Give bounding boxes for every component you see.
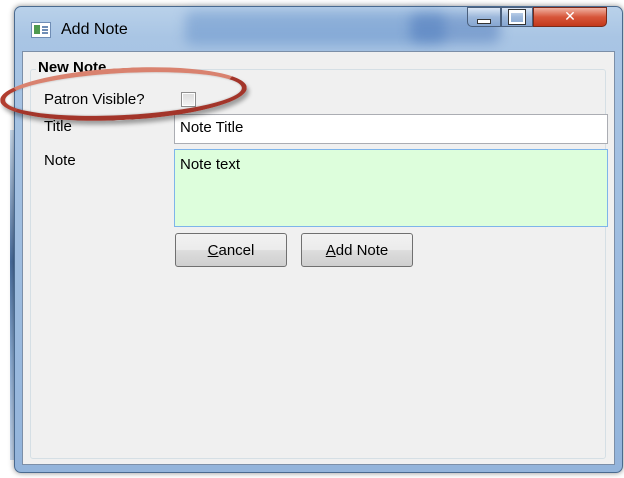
title-bar-glass-blur xyxy=(185,11,445,45)
note-label: Note xyxy=(44,152,76,169)
minimize-icon xyxy=(477,18,491,24)
add-note-accelerator: A xyxy=(325,241,336,259)
note-textarea[interactable]: Note text xyxy=(174,149,608,227)
add-note-label: dd Note xyxy=(335,241,389,259)
add-note-button[interactable]: Add Note xyxy=(301,233,413,267)
maximize-button[interactable] xyxy=(501,7,533,27)
window-title: Add Note xyxy=(61,21,128,38)
minimize-button[interactable] xyxy=(467,7,501,27)
app-icon xyxy=(31,22,51,38)
title-label: Title xyxy=(44,118,72,135)
title-input[interactable]: Note Title xyxy=(174,114,608,144)
close-button[interactable]: ✕ xyxy=(533,7,607,27)
cancel-button[interactable]: Cancel xyxy=(175,233,287,267)
maximize-icon xyxy=(509,10,525,24)
title-bar[interactable]: Add Note ✕ xyxy=(15,7,622,51)
close-icon: ✕ xyxy=(564,9,576,25)
cancel-label: ancel xyxy=(218,241,255,259)
cancel-accelerator: C xyxy=(207,241,219,259)
